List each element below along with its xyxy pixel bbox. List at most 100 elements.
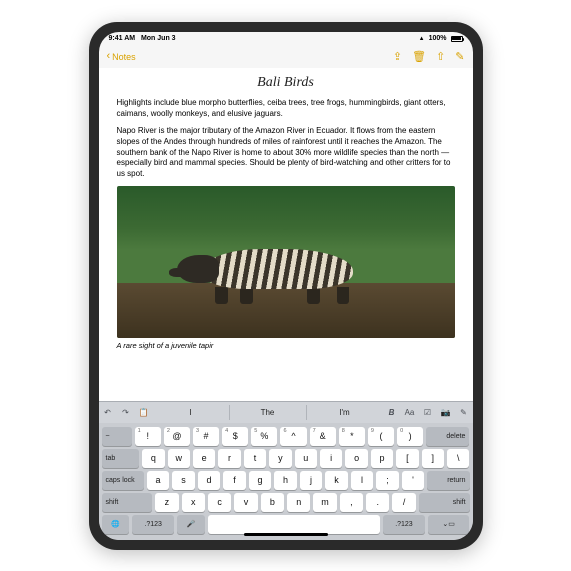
- key-2[interactable]: 2@: [164, 427, 190, 446]
- trash-icon[interactable]: 🗑: [412, 50, 426, 63]
- key-mic[interactable]: 🎤: [177, 515, 205, 534]
- wifi-icon: [419, 35, 425, 42]
- redo-icon[interactable]: ↷: [117, 408, 135, 417]
- key-row-1: tab q w e r t y u i o p [ ] \: [102, 449, 470, 468]
- key-5[interactable]: 5%: [251, 427, 277, 446]
- suggestion-1[interactable]: I: [153, 405, 229, 420]
- key-shift-left[interactable]: shift: [102, 493, 153, 512]
- ipad-device: 9:41 AM Mon Jun 3 100% ‹ Notes ⇪ 🗑 ⇧ ✎: [89, 22, 483, 550]
- key-numbers-right[interactable]: .?123: [383, 515, 425, 534]
- key-n[interactable]: n: [287, 493, 310, 512]
- key-row-numbers: ~ 1! 2@ 3# 4$ 5% 6^ 7& 8* 9( 0) delete: [102, 427, 470, 446]
- key-z[interactable]: z: [155, 493, 178, 512]
- key-r[interactable]: r: [218, 449, 240, 468]
- key-row-bottom: 🌐 .?123 🎤 .?123 ⌄▭: [102, 515, 470, 534]
- key-semicolon[interactable]: ;: [376, 471, 399, 490]
- key-m[interactable]: m: [313, 493, 336, 512]
- key-t[interactable]: t: [244, 449, 266, 468]
- key-e[interactable]: e: [193, 449, 215, 468]
- key-bracket-right[interactable]: ]: [422, 449, 444, 468]
- key-numbers-left[interactable]: .?123: [132, 515, 174, 534]
- note-paragraph-2: Napo River is the major tributary of the…: [117, 126, 455, 180]
- suggestion-3[interactable]: I'm: [306, 405, 383, 420]
- nav-actions: ⇪ 🗑 ⇧ ✎: [393, 50, 465, 63]
- chevron-left-icon: ‹: [107, 51, 111, 62]
- font-icon[interactable]: Aa: [401, 408, 419, 417]
- nav-bar: ‹ Notes ⇪ 🗑 ⇧ ✎: [99, 46, 473, 68]
- key-1[interactable]: 1!: [135, 427, 161, 446]
- key-comma[interactable]: ,: [340, 493, 363, 512]
- key-p[interactable]: p: [371, 449, 393, 468]
- key-y[interactable]: y: [269, 449, 291, 468]
- key-k[interactable]: k: [325, 471, 348, 490]
- key-tab[interactable]: tab: [102, 449, 140, 468]
- key-l[interactable]: l: [351, 471, 374, 490]
- bold-italic-icon[interactable]: B: [383, 408, 401, 417]
- key-f[interactable]: f: [223, 471, 246, 490]
- key-b[interactable]: b: [261, 493, 284, 512]
- note-content[interactable]: Bali Birds Highlights include blue morph…: [99, 68, 473, 401]
- compose-icon[interactable]: ✎: [455, 50, 464, 63]
- key-7[interactable]: 7&: [310, 427, 336, 446]
- key-i[interactable]: i: [320, 449, 342, 468]
- key-a[interactable]: a: [147, 471, 170, 490]
- status-date: Mon Jun 3: [141, 35, 176, 42]
- key-9[interactable]: 9(: [368, 427, 394, 446]
- key-hide-keyboard[interactable]: ⌄▭: [428, 515, 470, 534]
- key-shift-right[interactable]: shift: [419, 493, 470, 512]
- battery-icon: [451, 36, 463, 42]
- clipboard-icon[interactable]: 📋: [135, 408, 153, 417]
- key-4[interactable]: 4$: [222, 427, 248, 446]
- key-backslash[interactable]: \: [447, 449, 469, 468]
- key-6[interactable]: 6^: [280, 427, 306, 446]
- screen: 9:41 AM Mon Jun 3 100% ‹ Notes ⇪ 🗑 ⇧ ✎: [99, 32, 473, 540]
- key-bracket-left[interactable]: [: [396, 449, 418, 468]
- key-tilde[interactable]: ~: [102, 427, 132, 446]
- markup-icon[interactable]: ✎: [455, 408, 473, 417]
- key-8[interactable]: 8*: [339, 427, 365, 446]
- camera-icon[interactable]: 📷: [437, 408, 455, 417]
- back-label: Notes: [112, 52, 136, 62]
- key-q[interactable]: q: [142, 449, 164, 468]
- key-0[interactable]: 0): [397, 427, 423, 446]
- key-row-2: caps lock a s d f g h j k l ; ' return: [102, 471, 470, 490]
- key-s[interactable]: s: [172, 471, 195, 490]
- note-paragraph-1: Highlights include blue morpho butterfli…: [117, 98, 455, 120]
- suggestion-2[interactable]: The: [229, 405, 306, 420]
- key-g[interactable]: g: [249, 471, 272, 490]
- tapir-illustration: [177, 235, 387, 302]
- suggestion-bar: I The I'm: [153, 405, 383, 420]
- checklist-icon[interactable]: ☑: [419, 408, 437, 417]
- share-icon[interactable]: ⇧: [436, 50, 445, 63]
- key-j[interactable]: j: [300, 471, 323, 490]
- note-image[interactable]: [117, 186, 455, 338]
- key-capslock[interactable]: caps lock: [102, 471, 144, 490]
- key-period[interactable]: .: [366, 493, 389, 512]
- status-left: 9:41 AM Mon Jun 3: [109, 35, 176, 42]
- key-delete[interactable]: delete: [426, 427, 469, 446]
- keyboard-toolbar: ↶ ↷ 📋 I The I'm B Aa ☑ 📷 ✎: [99, 401, 473, 423]
- back-button[interactable]: ‹ Notes: [107, 51, 136, 62]
- undo-icon[interactable]: ↶: [99, 408, 117, 417]
- key-c[interactable]: c: [208, 493, 231, 512]
- note-heading: Bali Birds: [117, 74, 455, 93]
- key-u[interactable]: u: [295, 449, 317, 468]
- key-h[interactable]: h: [274, 471, 297, 490]
- key-v[interactable]: v: [234, 493, 257, 512]
- key-globe[interactable]: 🌐: [102, 515, 130, 534]
- home-indicator[interactable]: [244, 533, 328, 536]
- key-d[interactable]: d: [198, 471, 221, 490]
- key-quote[interactable]: ': [402, 471, 425, 490]
- battery-percent: 100%: [429, 35, 447, 42]
- key-x[interactable]: x: [182, 493, 205, 512]
- key-o[interactable]: o: [345, 449, 367, 468]
- keyboard: ~ 1! 2@ 3# 4$ 5% 6^ 7& 8* 9( 0) delete t…: [99, 423, 473, 540]
- key-slash[interactable]: /: [392, 493, 415, 512]
- key-return[interactable]: return: [427, 471, 469, 490]
- status-bar: 9:41 AM Mon Jun 3 100%: [99, 32, 473, 46]
- folder-move-icon[interactable]: ⇪: [393, 50, 402, 63]
- key-space[interactable]: [208, 515, 380, 534]
- image-caption: A rare sight of a juvenile tapir: [117, 341, 455, 351]
- key-w[interactable]: w: [168, 449, 190, 468]
- key-3[interactable]: 3#: [193, 427, 219, 446]
